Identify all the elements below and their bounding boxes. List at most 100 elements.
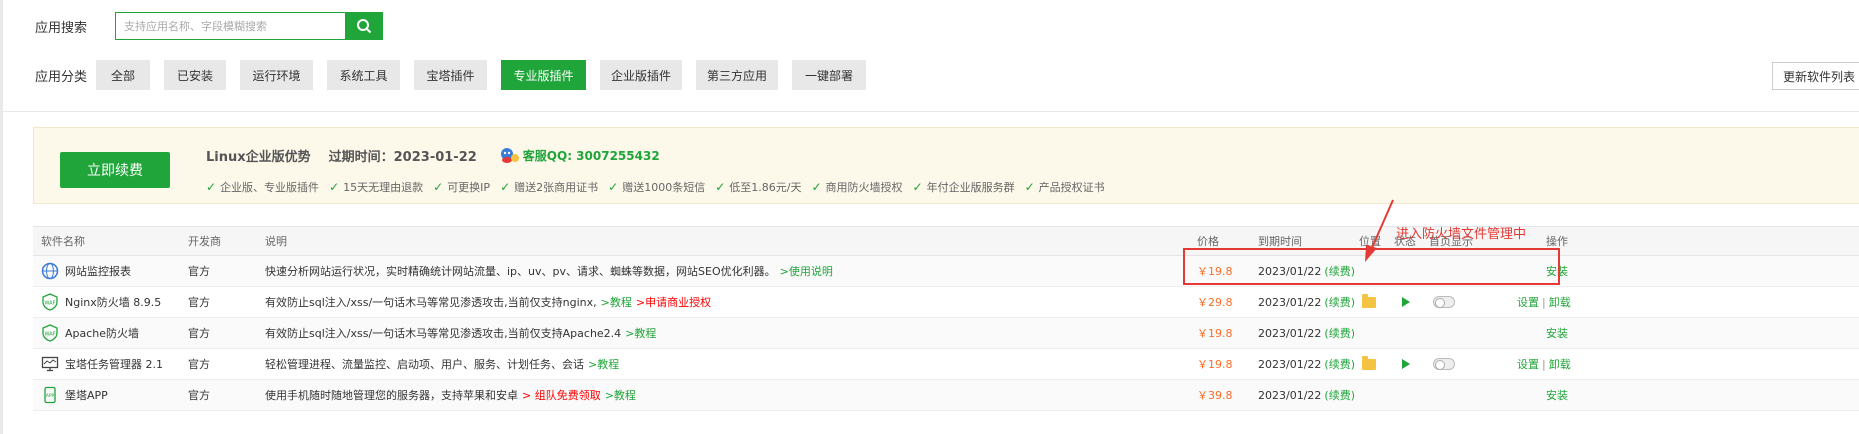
category-all[interactable]: 全部 <box>96 60 150 90</box>
folder-icon[interactable] <box>1362 293 1376 308</box>
category-pro-plugins[interactable]: 专业版插件 <box>501 60 586 90</box>
category-runtime[interactable]: 运行环境 <box>240 60 313 90</box>
install-link[interactable]: 安装 <box>1546 325 1568 341</box>
page-edge <box>0 0 3 434</box>
qq-icon <box>499 147 521 165</box>
banner-expire: 过期时间：2023-01-22 <box>328 150 477 165</box>
feature-item: ✓ 年付企业版服务群 <box>912 180 1015 194</box>
check-icon: ✓ <box>1024 180 1035 194</box>
settings-link[interactable]: 设置 <box>1517 294 1539 310</box>
desc-cell: 使用手机随时随地管理您的服务器，支持苹果和安卓 > 组队免费领取 >教程 <box>265 380 636 410</box>
check-icon: ✓ <box>500 180 511 194</box>
desc-cell: 有效防止sql注入/xss/一句话木马等常见渗透攻击,当前仅支持nginx, >… <box>265 287 711 317</box>
expire-cell: 2023/01/22 (续费) <box>1258 380 1355 410</box>
desc-text: 有效防止sql注入/xss/一句话木马等常见渗透攻击,当前仅支持Apache2.… <box>265 327 622 340</box>
folder-icon[interactable] <box>1362 355 1376 370</box>
renew-link[interactable]: (续费) <box>1324 294 1355 310</box>
feature-item: ✓ 15天无理由退款 <box>329 180 424 194</box>
renew-link[interactable]: (续费) <box>1324 325 1355 341</box>
plugin-name: Nginx防火墙 8.9.5 <box>65 296 162 309</box>
usage-link[interactable]: >使用说明 <box>780 263 833 279</box>
op-cell: 安装 <box>1546 318 1568 348</box>
tutorial-link[interactable]: >教程 <box>605 387 636 403</box>
renew-now-button[interactable]: 立即续费 <box>60 152 170 188</box>
op-cell: 设置 | 卸载 <box>1517 287 1571 317</box>
desc-cell: 有效防止sql注入/xss/一句话木马等常见渗透攻击,当前仅支持Apache2.… <box>265 318 656 348</box>
divider <box>3 111 1859 112</box>
search-input[interactable] <box>115 12 345 40</box>
position-cell <box>1359 349 1376 379</box>
qq-contact[interactable]: 客服QQ: 3007255432 <box>523 147 660 164</box>
status-cell <box>1394 287 1410 317</box>
feature-item: ✓ 赠送1000条短信 <box>608 180 706 194</box>
feature-list: ✓ 企业版、专业版插件 ✓ 15天无理由退款 ✓ 可更换IP ✓ 赠送2张商用证书 ✓ 赠… <box>206 179 1105 195</box>
status-cell <box>1394 349 1410 379</box>
apply-license-link[interactable]: >申请商业授权 <box>636 294 711 310</box>
feature-item: ✓ 可更换IP <box>433 180 491 194</box>
search-box <box>115 12 383 40</box>
settings-link[interactable]: 设置 <box>1517 356 1539 372</box>
play-icon[interactable] <box>1402 297 1410 307</box>
desc-text: 轻松管理进程、流量监控、启动项、用户、服务、计划任务、会话 <box>265 358 584 371</box>
category-enterprise-plugins[interactable]: 企业版插件 <box>600 60 682 90</box>
category-label: 应用分类 <box>35 69 88 85</box>
banner-title: Linux企业版优势 <box>206 150 311 165</box>
check-icon: ✓ <box>206 180 217 194</box>
app-icon: APP <box>41 386 59 404</box>
tutorial-link[interactable]: >教程 <box>601 294 632 310</box>
category-one-click-deploy[interactable]: 一键部署 <box>792 60 866 90</box>
category-system-tools[interactable]: 系统工具 <box>327 60 400 90</box>
header-dev: 开发商 <box>188 235 221 248</box>
dev-cell: 官方 <box>188 265 210 278</box>
desc-text: 使用手机随时随地管理您的服务器，支持苹果和安卓 <box>265 389 518 402</box>
plugin-name: Apache防火墙 <box>65 327 140 340</box>
dev-cell: 官方 <box>188 358 210 371</box>
annotation-text: 进入防火墙文件管理中 <box>1396 227 1527 242</box>
task-manager-icon <box>41 355 59 373</box>
table-row: 网站监控报表 官方 快速分析网站运行状况，实时精确统计网站流量、ip、uv、pv… <box>33 256 1859 287</box>
home-display-toggle[interactable] <box>1433 296 1455 308</box>
uninstall-link[interactable]: 卸载 <box>1549 356 1571 372</box>
feature-item: ✓ 商用防火墙授权 <box>811 180 903 194</box>
category-bt-plugins[interactable]: 宝塔插件 <box>414 60 487 90</box>
plugin-name: 宝塔任务管理器 2.1 <box>65 358 163 371</box>
banner-header: Linux企业版优势 过期时间：2023-01-22 客服QQ: 3007255… <box>206 146 660 165</box>
renew-link[interactable]: (续费) <box>1324 356 1355 372</box>
op-separator: | <box>1542 357 1546 371</box>
team-free-link[interactable]: > 组队免费领取 <box>522 387 601 403</box>
tutorial-link[interactable]: >教程 <box>625 325 656 341</box>
name-cell: WAF Apache防火墙 <box>41 318 139 348</box>
play-icon[interactable] <box>1402 359 1410 369</box>
search-icon <box>357 19 372 34</box>
install-link[interactable]: 安装 <box>1546 387 1568 403</box>
update-software-list-button[interactable]: 更新软件列表 <box>1772 62 1859 90</box>
op-cell: 安装 <box>1546 380 1568 410</box>
table-row: 宝塔任务管理器 2.1 官方 轻松管理进程、流量监控、启动项、用户、服务、计划任… <box>33 349 1859 380</box>
table-row: WAF Apache防火墙 官方 有效防止sql注入/xss/一句话木马等常见渗… <box>33 318 1859 349</box>
tutorial-link[interactable]: >教程 <box>588 356 619 372</box>
category-installed[interactable]: 已安装 <box>164 60 226 90</box>
home-display-toggle[interactable] <box>1433 358 1455 370</box>
svg-text:WAF: WAF <box>45 332 56 338</box>
check-icon: ✓ <box>811 180 822 194</box>
desc-cell: 轻松管理进程、流量监控、启动项、用户、服务、计划任务、会话 >教程 <box>265 349 619 379</box>
name-cell: APP 堡塔APP <box>41 380 108 410</box>
header-name: 软件名称 <box>41 235 85 248</box>
uninstall-link[interactable]: 卸载 <box>1549 294 1571 310</box>
enterprise-banner: 立即续费 Linux企业版优势 过期时间：2023-01-22 客服QQ: 30… <box>33 127 1859 204</box>
svg-text:APP: APP <box>46 393 55 399</box>
table-row: APP 堡塔APP 官方 使用手机随时随地管理您的服务器，支持苹果和安卓 > 组… <box>33 380 1859 411</box>
table-header: 软件名称 开发商 说明 价格 到期时间 位置 状态 首页显示 操作 <box>33 227 1859 256</box>
table-row: WAF Nginx防火墙 8.9.5 官方 有效防止sql注入/xss/一句话木… <box>33 287 1859 318</box>
check-icon: ✓ <box>608 180 619 194</box>
search-button[interactable] <box>345 12 383 40</box>
price-cell: ￥39.8 <box>1197 389 1233 402</box>
position-cell <box>1359 287 1376 317</box>
category-tabs: 全部 已安装 运行环境 系统工具 宝塔插件 专业版插件 企业版插件 第三方应用 … <box>96 60 866 90</box>
check-icon: ✓ <box>433 180 444 194</box>
op-separator: | <box>1542 295 1546 309</box>
expire-cell: 2023/01/22 (续费) <box>1258 318 1355 348</box>
renew-link[interactable]: (续费) <box>1324 387 1355 403</box>
check-icon: ✓ <box>912 180 923 194</box>
category-third-party[interactable]: 第三方应用 <box>696 60 778 90</box>
